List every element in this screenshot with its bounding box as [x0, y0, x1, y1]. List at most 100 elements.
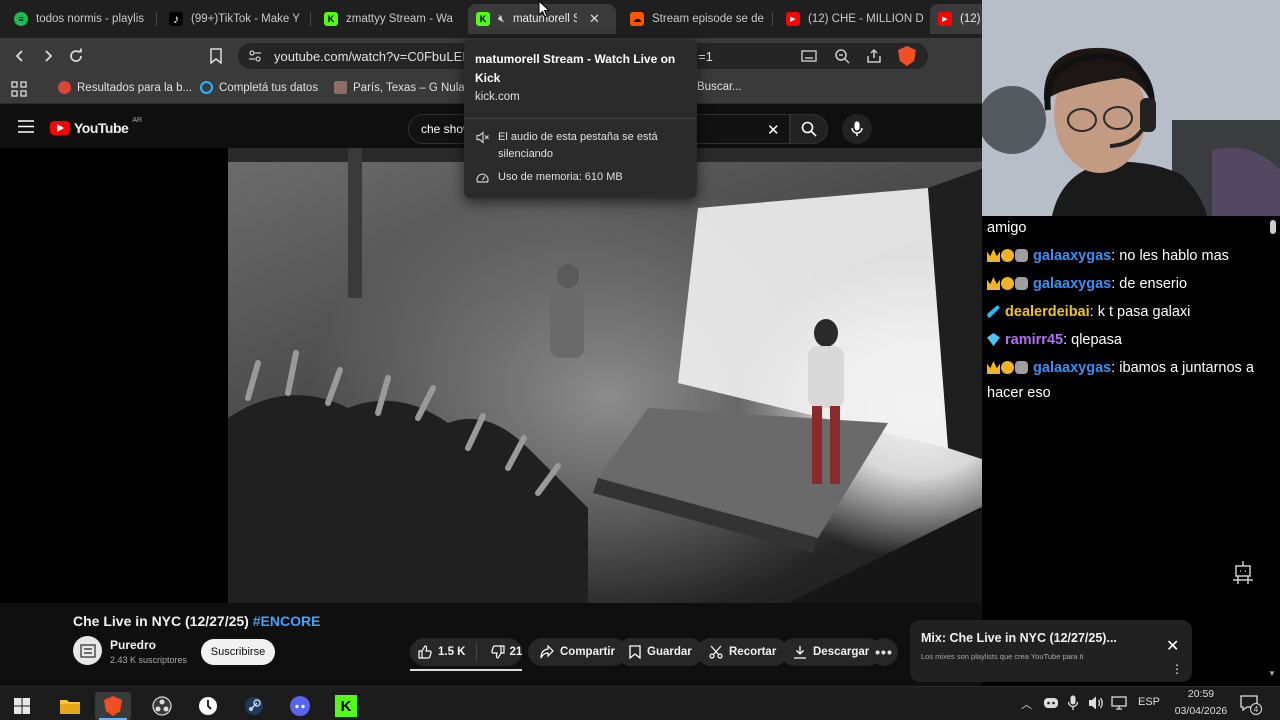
tab-tiktok[interactable]: ♪ (99+)TikTok - Make Y	[161, 6, 307, 32]
chat-username[interactable]: galaaxygas	[1033, 248, 1111, 264]
bookmark-resultados[interactable]: Resultados para la b...	[58, 81, 192, 94]
tab-title: (12) CHE - MILLION D	[808, 13, 924, 25]
zoom-icon[interactable]	[834, 48, 850, 69]
reload-icon[interactable]	[66, 46, 86, 66]
channel-name[interactable]: Puredro	[110, 638, 156, 652]
video-title: Che Live in NYC (12/27/25) #ENCORE	[73, 613, 320, 629]
mic-badge-icon	[1015, 249, 1028, 262]
clear-search-icon[interactable]: ✕	[767, 121, 780, 139]
search-query: che shov	[421, 122, 470, 136]
windows-start-icon[interactable]	[4, 692, 40, 720]
bookmark-paris-texas[interactable]: París, Texas – G Nula	[334, 81, 465, 94]
file-explorer-icon[interactable]	[52, 692, 88, 720]
tab-spotify[interactable]: ≡ todos normis - playlis	[6, 6, 156, 32]
back-icon[interactable]	[10, 46, 30, 66]
show-hidden-icons-chevron-icon[interactable]: ︿	[1021, 696, 1032, 712]
chat-username[interactable]: galaaxygas	[1033, 360, 1111, 376]
tab-soundcloud[interactable]: ☁ Stream episode se de	[622, 6, 768, 32]
close-mix-icon[interactable]: ✕	[1166, 636, 1179, 656]
subscriber-count: 2.43 K suscriptores	[110, 655, 188, 665]
download-button[interactable]: Descargar	[781, 638, 882, 666]
mic-badge-icon	[1015, 361, 1028, 374]
taskbar-date[interactable]: 03/04/2026	[1168, 705, 1234, 717]
youtube-play-icon	[50, 121, 70, 135]
hover-card-memory-text: Uso de memoria: 610 MB	[498, 171, 623, 183]
like-ratio-bar	[410, 669, 522, 671]
forward-icon[interactable]	[38, 46, 58, 66]
tab-divider	[310, 12, 311, 26]
microphone-tray-icon[interactable]	[1067, 695, 1079, 716]
kick-icon: K	[324, 12, 338, 26]
share-icon[interactable]	[866, 48, 882, 69]
video-info-section: Che Live in NYC (12/27/25) #ENCORE Pured…	[0, 603, 982, 686]
bookmark-completa[interactable]: Completá tus datos	[200, 81, 318, 94]
hover-card-domain: kick.com	[475, 91, 520, 103]
input-language[interactable]: ESP	[1138, 696, 1160, 708]
tab-hover-card: matumorell Stream - Watch Live on Kick k…	[464, 40, 697, 198]
memory-gauge-icon	[476, 172, 489, 190]
like-count: 1.5 K	[438, 646, 466, 658]
sword-badge-icon	[987, 305, 1000, 318]
mix-playlist-card[interactable]: Mix: Che Live in NYC (12/27/25)... Los m…	[910, 620, 1192, 682]
gold-badge-icon	[1001, 361, 1014, 374]
save-button[interactable]: Guardar	[617, 638, 704, 666]
tab-youtube-che[interactable]: ▶ (12) CHE - MILLION D	[778, 6, 924, 32]
circle-icon	[200, 81, 213, 94]
crown-badge-icon	[987, 249, 1000, 262]
subscribe-button[interactable]: Suscribirse	[201, 639, 275, 665]
streamer-webcam-image	[982, 0, 1280, 216]
steam-icon[interactable]	[236, 692, 272, 720]
scroll-down-arrow-icon[interactable]: ▼	[1268, 669, 1276, 678]
taskbar-time[interactable]: 20:59	[1168, 688, 1234, 700]
chat-scrollbar-thumb[interactable]	[1270, 220, 1276, 234]
brave-browser-taskbar-icon[interactable]	[95, 692, 131, 720]
video-player[interactable]	[228, 148, 1040, 603]
bookmark-icon[interactable]	[206, 46, 226, 66]
youtube-icon: ▶	[786, 12, 800, 26]
apps-grid-icon[interactable]	[11, 81, 27, 102]
kick-app-icon[interactable]: K	[328, 692, 364, 720]
clock-app-icon[interactable]	[190, 692, 226, 720]
site-settings-icon[interactable]	[248, 49, 262, 68]
spotify-icon: ≡	[14, 12, 28, 26]
thumbs-up-icon	[418, 645, 432, 659]
close-tab-icon[interactable]: ✕	[589, 11, 600, 27]
crown-badge-icon	[987, 361, 1000, 374]
dislike-button[interactable]: 21	[483, 645, 531, 659]
muted-speaker-icon[interactable]: 🔇︎	[498, 13, 505, 26]
network-tray-icon[interactable]	[1111, 695, 1127, 716]
channel-avatar[interactable]	[73, 636, 102, 665]
video-hashtag-link[interactable]: #ENCORE	[253, 613, 321, 629]
gold-badge-icon	[1001, 277, 1014, 290]
notification-count-badge: 4	[1250, 703, 1262, 715]
brave-shields-icon[interactable]	[898, 46, 916, 66]
chat-username[interactable]: galaaxygas	[1033, 276, 1111, 292]
cast-icon[interactable]	[801, 48, 817, 69]
like-button[interactable]: 1.5 K	[410, 643, 477, 661]
robot-icon	[1232, 560, 1254, 591]
more-actions-button[interactable]: •••	[870, 638, 898, 666]
mix-menu-icon[interactable]: ⋮	[1171, 663, 1183, 675]
discord-tray-icon[interactable]	[1043, 695, 1059, 716]
gem-badge-icon	[987, 333, 1000, 346]
bookmark-buscar[interactable]: Buscar...	[697, 81, 742, 93]
search-button[interactable]	[790, 114, 828, 144]
discord-icon[interactable]	[282, 692, 318, 720]
tab-youtube-current[interactable]: ▶ (12)	[930, 4, 982, 34]
youtube-logo[interactable]: YouTube AR	[50, 117, 142, 136]
obs-icon[interactable]	[144, 692, 180, 720]
hamburger-menu-icon[interactable]	[18, 120, 34, 138]
voice-search-button[interactable]	[842, 114, 872, 144]
chat-message-fragment: amigo	[987, 220, 1027, 236]
clip-button[interactable]: Recortar	[697, 638, 789, 666]
tiktok-icon: ♪	[169, 12, 183, 26]
chat-username[interactable]: dealerdeibai	[1005, 304, 1090, 320]
volume-tray-icon[interactable]	[1088, 695, 1105, 716]
share-button[interactable]: Compartir	[528, 638, 627, 666]
tab-kick-zmattyy[interactable]: K zmattyy Stream - Wa	[316, 6, 462, 32]
chat-username[interactable]: ramirr45	[1005, 332, 1063, 348]
tab-divider	[772, 12, 773, 26]
tab-title: zmattyy Stream - Wa	[346, 13, 453, 25]
microphone-icon	[851, 121, 863, 136]
muted-speaker-icon	[476, 131, 489, 149]
